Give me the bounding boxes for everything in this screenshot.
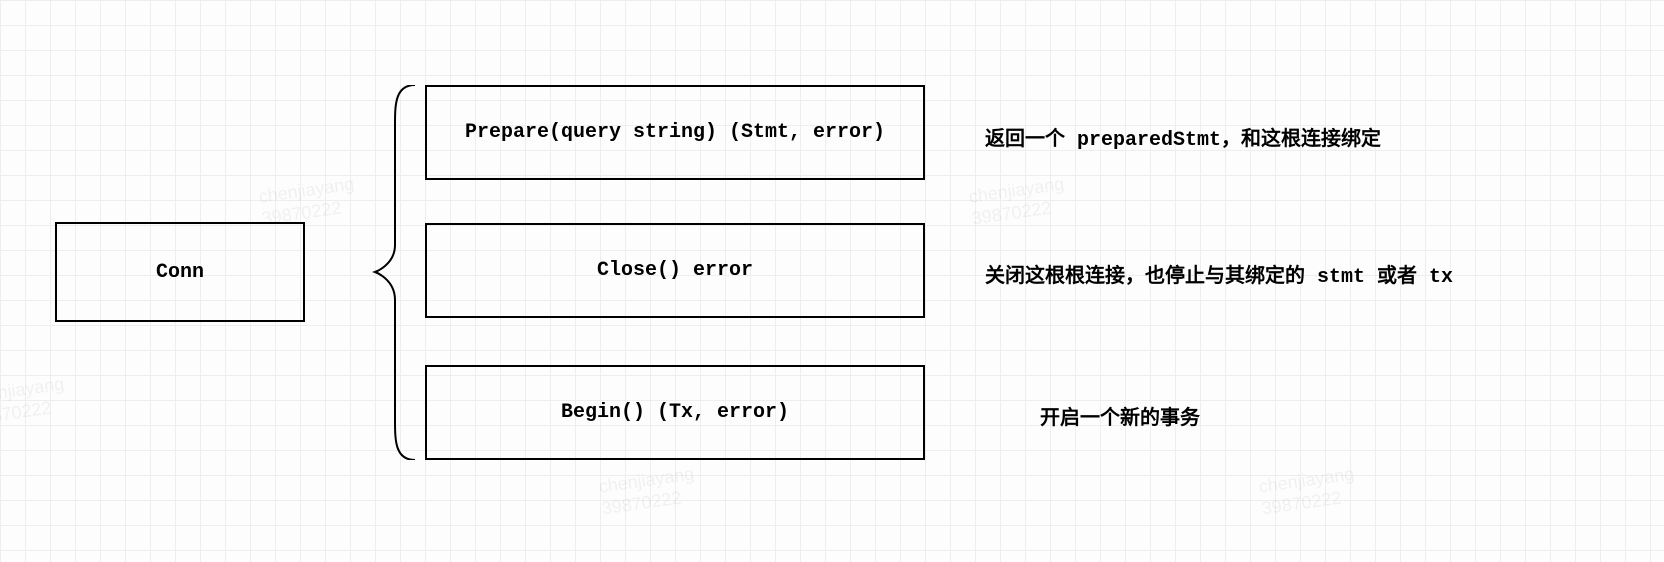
watermark: chenjiayang 39870222 — [967, 174, 1068, 230]
root-label: Conn — [156, 261, 204, 284]
method-box-begin: Begin() (Tx, error) — [425, 365, 925, 460]
method-box-prepare: Prepare(query string) (Stmt, error) — [425, 85, 925, 180]
method-signature: Close() error — [597, 259, 753, 282]
method-signature: Prepare(query string) (Stmt, error) — [465, 121, 885, 144]
method-box-close: Close() error — [425, 223, 925, 318]
method-desc-begin: 开启一个新的事务 — [1040, 401, 1200, 431]
watermark: chenjiayang 39870222 — [597, 464, 698, 520]
curly-brace-icon — [365, 85, 425, 460]
watermark: chenjiayang 39870222 — [0, 374, 69, 430]
watermark: chenjiayang 39870222 — [1257, 464, 1358, 520]
root-box-conn: Conn — [55, 222, 305, 322]
method-desc-close: 关闭这根根连接，也停止与其绑定的 stmt 或者 tx — [985, 259, 1453, 289]
method-desc-prepare: 返回一个 preparedStmt，和这根连接绑定 — [985, 122, 1381, 152]
method-signature: Begin() (Tx, error) — [561, 401, 789, 424]
